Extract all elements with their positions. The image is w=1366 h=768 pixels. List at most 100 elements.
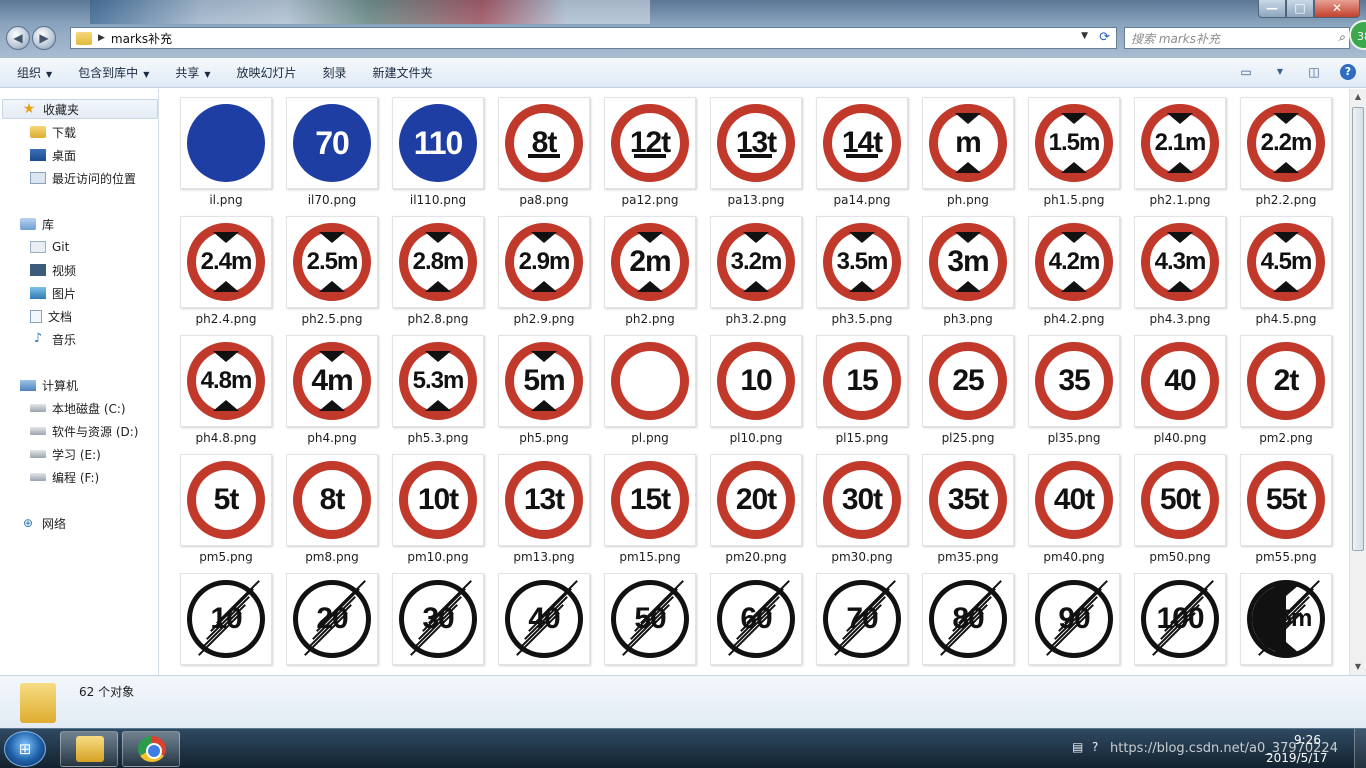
file-item[interactable]: 3.5m ph3.5.png <box>816 208 908 326</box>
include-library-menu[interactable]: 包含到库中 ▼ <box>69 64 158 81</box>
file-item[interactable]: il.png <box>180 89 272 207</box>
scrollbar-thumb[interactable] <box>1352 107 1364 551</box>
slideshow-button[interactable]: 放映幻灯片 <box>228 64 306 81</box>
start-button[interactable]: ⊞ <box>4 731 46 767</box>
file-item[interactable]: 12t pa12.png <box>604 89 696 207</box>
help-icon[interactable]: ? <box>1340 64 1356 80</box>
file-item[interactable]: 5.3m ph5.3.png <box>392 327 484 445</box>
sidebar-item-libraries[interactable]: 库 <box>0 214 54 234</box>
file-item[interactable]: 50t pm50.png <box>1134 446 1226 564</box>
search-icon[interactable]: ⌕ <box>1338 30 1345 45</box>
file-item[interactable]: 3m ph3.png <box>922 208 1014 326</box>
clock-date[interactable]: 2019/5/17 <box>1266 751 1328 765</box>
file-item[interactable]: 35t pm35.png <box>922 446 1014 564</box>
new-folder-button[interactable]: 新建文件夹 <box>364 64 442 81</box>
file-item[interactable]: 15 pl15.png <box>816 327 908 445</box>
file-item[interactable]: 3.2m ph3.2.png <box>710 208 802 326</box>
file-item[interactable]: 70 il70.png <box>286 89 378 207</box>
file-item[interactable]: 110 il110.png <box>392 89 484 207</box>
file-item[interactable]: 5t pm5.png <box>180 446 272 564</box>
file-item[interactable]: 2m ph2.png <box>604 208 696 326</box>
sidebar-item-computer[interactable]: 计算机 <box>0 375 78 395</box>
organize-menu[interactable]: 组织 ▼ <box>8 64 61 81</box>
file-item[interactable]: 50 <box>604 565 696 675</box>
file-item[interactable]: 70 <box>816 565 908 675</box>
sidebar-item-documents[interactable]: 文档 <box>0 306 72 326</box>
refresh-icon[interactable]: ⟳ <box>1099 30 1110 45</box>
breadcrumb-chevron-icon[interactable]: ▶ <box>98 33 105 43</box>
scroll-down-icon[interactable]: ▼ <box>1350 659 1366 675</box>
file-item[interactable]: 13t pa13.png <box>710 89 802 207</box>
file-item[interactable]: 15t pm15.png <box>604 446 696 564</box>
file-item[interactable]: 10 pl10.png <box>710 327 802 445</box>
back-button[interactable]: ◀ <box>6 26 30 50</box>
sidebar-item-music[interactable]: ♪ 音乐 <box>0 329 76 349</box>
file-item[interactable]: 4.3m ph4.3.png <box>1134 208 1226 326</box>
file-item[interactable]: m ph.png <box>922 89 1014 207</box>
file-item[interactable]: 4m ph4.png <box>286 327 378 445</box>
file-item[interactable]: 100 <box>1134 565 1226 675</box>
address-dropdown-icon[interactable]: ▼ <box>1081 31 1088 41</box>
file-item[interactable]: 25 pl25.png <box>922 327 1014 445</box>
sidebar-item-recent[interactable]: 最近访问的位置 <box>0 168 136 188</box>
sidebar-item-pictures[interactable]: 图片 <box>0 283 76 303</box>
file-item[interactable]: 30 <box>392 565 484 675</box>
sidebar-item-drive-f[interactable]: 编程 (F:) <box>0 467 99 487</box>
file-item[interactable]: 80 <box>922 565 1014 675</box>
sidebar-item-desktop[interactable]: 桌面 <box>0 145 76 165</box>
file-item[interactable]: 4.2m ph4.2.png <box>1028 208 1120 326</box>
file-item[interactable]: 40t pm40.png <box>1028 446 1120 564</box>
sidebar-item-network[interactable]: ⊕ 网络 <box>0 513 66 533</box>
file-item[interactable]: 20 <box>286 565 378 675</box>
file-item[interactable]: 40 <box>498 565 590 675</box>
sidebar-item-git[interactable]: Git <box>0 237 69 257</box>
file-item[interactable]: 1.5m ph1.5.png <box>1028 89 1120 207</box>
scroll-up-icon[interactable]: ▲ <box>1350 89 1366 105</box>
file-item[interactable]: pl.png <box>604 327 696 445</box>
file-item[interactable]: 8t pa8.png <box>498 89 590 207</box>
file-item[interactable]: 2.4m ph2.4.png <box>180 208 272 326</box>
taskbar-chrome[interactable] <box>122 731 180 767</box>
file-item[interactable]: 8t pm8.png <box>286 446 378 564</box>
preview-pane-icon[interactable]: ◫ <box>1306 64 1322 80</box>
file-item[interactable]: 5m ph5.png <box>498 327 590 445</box>
view-options-icon[interactable]: ▭ <box>1238 64 1254 80</box>
taskbar-explorer[interactable] <box>60 731 118 767</box>
clock-time[interactable]: 9:26 <box>1294 733 1321 747</box>
file-item[interactable]: 4.8m ph4.8.png <box>180 327 272 445</box>
maximize-button[interactable]: □ <box>1286 0 1314 18</box>
burn-button[interactable]: 刻录 <box>314 64 356 81</box>
help-tray-icon[interactable]: ? <box>1092 740 1098 754</box>
file-item[interactable]: 14t pa14.png <box>816 89 908 207</box>
sidebar-item-downloads[interactable]: 下载 <box>0 122 76 142</box>
file-item[interactable]: 2.5m ph2.5.png <box>286 208 378 326</box>
file-item[interactable]: 10t pm10.png <box>392 446 484 564</box>
sidebar-item-drive-c[interactable]: 本地磁盘 (C:) <box>0 398 126 418</box>
sidebar-item-videos[interactable]: 视频 <box>0 260 76 280</box>
sidebar-item-favorites[interactable]: ★ 收藏夹 <box>2 99 158 119</box>
file-item[interactable]: 30t pm30.png <box>816 446 908 564</box>
file-item[interactable]: 4.5m ph4.5.png <box>1240 208 1332 326</box>
file-item[interactable]: 2.5m <box>1240 565 1332 675</box>
share-menu[interactable]: 共享 ▼ <box>166 64 219 81</box>
file-item[interactable]: 2.8m ph2.8.png <box>392 208 484 326</box>
search-input[interactable]: 搜索 marks补充 ⌕ <box>1124 27 1350 49</box>
file-item[interactable]: 60 <box>710 565 802 675</box>
minimize-button[interactable]: — <box>1258 0 1286 18</box>
sidebar-item-drive-d[interactable]: 软件与资源 (D:) <box>0 421 138 441</box>
sidebar-item-drive-e[interactable]: 学习 (E:) <box>0 444 101 464</box>
file-item[interactable]: 2t pm2.png <box>1240 327 1332 445</box>
file-item[interactable]: 2.9m ph2.9.png <box>498 208 590 326</box>
file-item[interactable]: 2.2m ph2.2.png <box>1240 89 1332 207</box>
file-item[interactable]: 90 <box>1028 565 1120 675</box>
file-item[interactable]: 35 pl35.png <box>1028 327 1120 445</box>
show-desktop-button[interactable] <box>1354 729 1366 768</box>
file-item[interactable]: 55t pm55.png <box>1240 446 1332 564</box>
view-chevron-down-icon[interactable]: ▼ <box>1272 64 1288 80</box>
file-item[interactable]: 2.1m ph2.1.png <box>1134 89 1226 207</box>
vertical-scrollbar[interactable]: ▲ ▼ <box>1349 89 1366 675</box>
address-bar[interactable]: ▶ marks补充 ▼ ⟳ <box>70 27 1117 49</box>
keyboard-icon[interactable]: ▤ <box>1072 740 1083 754</box>
file-item[interactable]: 13t pm13.png <box>498 446 590 564</box>
file-item[interactable]: 20t pm20.png <box>710 446 802 564</box>
